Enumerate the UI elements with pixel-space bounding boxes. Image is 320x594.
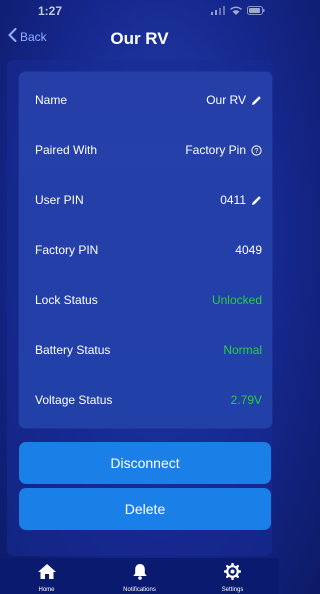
info-label: Lock Status [35,293,98,307]
info-label: Voltage Status [35,393,113,407]
battery-icon [247,6,265,15]
tab-label: Settings [221,587,244,593]
delete-button[interactable]: Delete [19,488,271,530]
info-label: Paired With [35,143,98,157]
page-title: Our RV [110,29,169,48]
status-time: 1:27 [38,4,63,18]
tab-bar: Home Notifications Settings [0,558,279,594]
nav-bar: Back Our RV [0,24,279,56]
bell-icon [132,563,148,585]
info-row-battery-status: Battery Status Normal [19,336,272,364]
tab-notifications[interactable]: Notifications [93,558,186,594]
tab-label: Notifications [123,587,156,593]
info-row-name[interactable]: Name Our RV [19,86,272,114]
status-value: Normal [223,343,262,357]
wifi-icon [230,6,242,15]
pencil-icon[interactable] [251,95,262,106]
info-label: User PIN [35,193,84,207]
info-label: Factory PIN [35,243,99,257]
status-value: 2.79V [230,393,262,407]
gear-icon [223,562,242,585]
info-row-factory-pin: Factory PIN 4049 [19,236,272,264]
info-value: 0411 [220,193,246,207]
svg-text:?: ? [255,148,259,155]
info-value: 4049 [235,243,262,257]
info-row-voltage-status: Voltage Status 2.79V [19,386,272,414]
home-icon [37,563,57,585]
info-row-user-pin[interactable]: User PIN 0411 [19,186,272,214]
tab-settings[interactable]: Settings [186,558,279,594]
tab-label: Home [38,587,55,593]
status-icons [211,6,265,15]
info-row-lock-status: Lock Status Unlocked [19,286,272,314]
info-value: Factory Pin [185,143,246,157]
signal-icon [211,6,225,15]
status-value: Unlocked [211,293,262,307]
device-info-card: Name Our RV Paired With Factory Pin ? Us… [19,72,272,428]
pencil-icon[interactable] [251,195,262,206]
help-circle-icon[interactable]: ? [251,144,262,156]
status-bar: 1:27 [0,0,279,24]
info-label: Name [35,93,68,107]
info-value: Our RV [206,93,246,107]
info-label: Battery Status [35,343,111,357]
info-row-paired-with: Paired With Factory Pin ? [19,136,272,164]
disconnect-button[interactable]: Disconnect [19,442,271,484]
tab-home[interactable]: Home [0,558,93,594]
